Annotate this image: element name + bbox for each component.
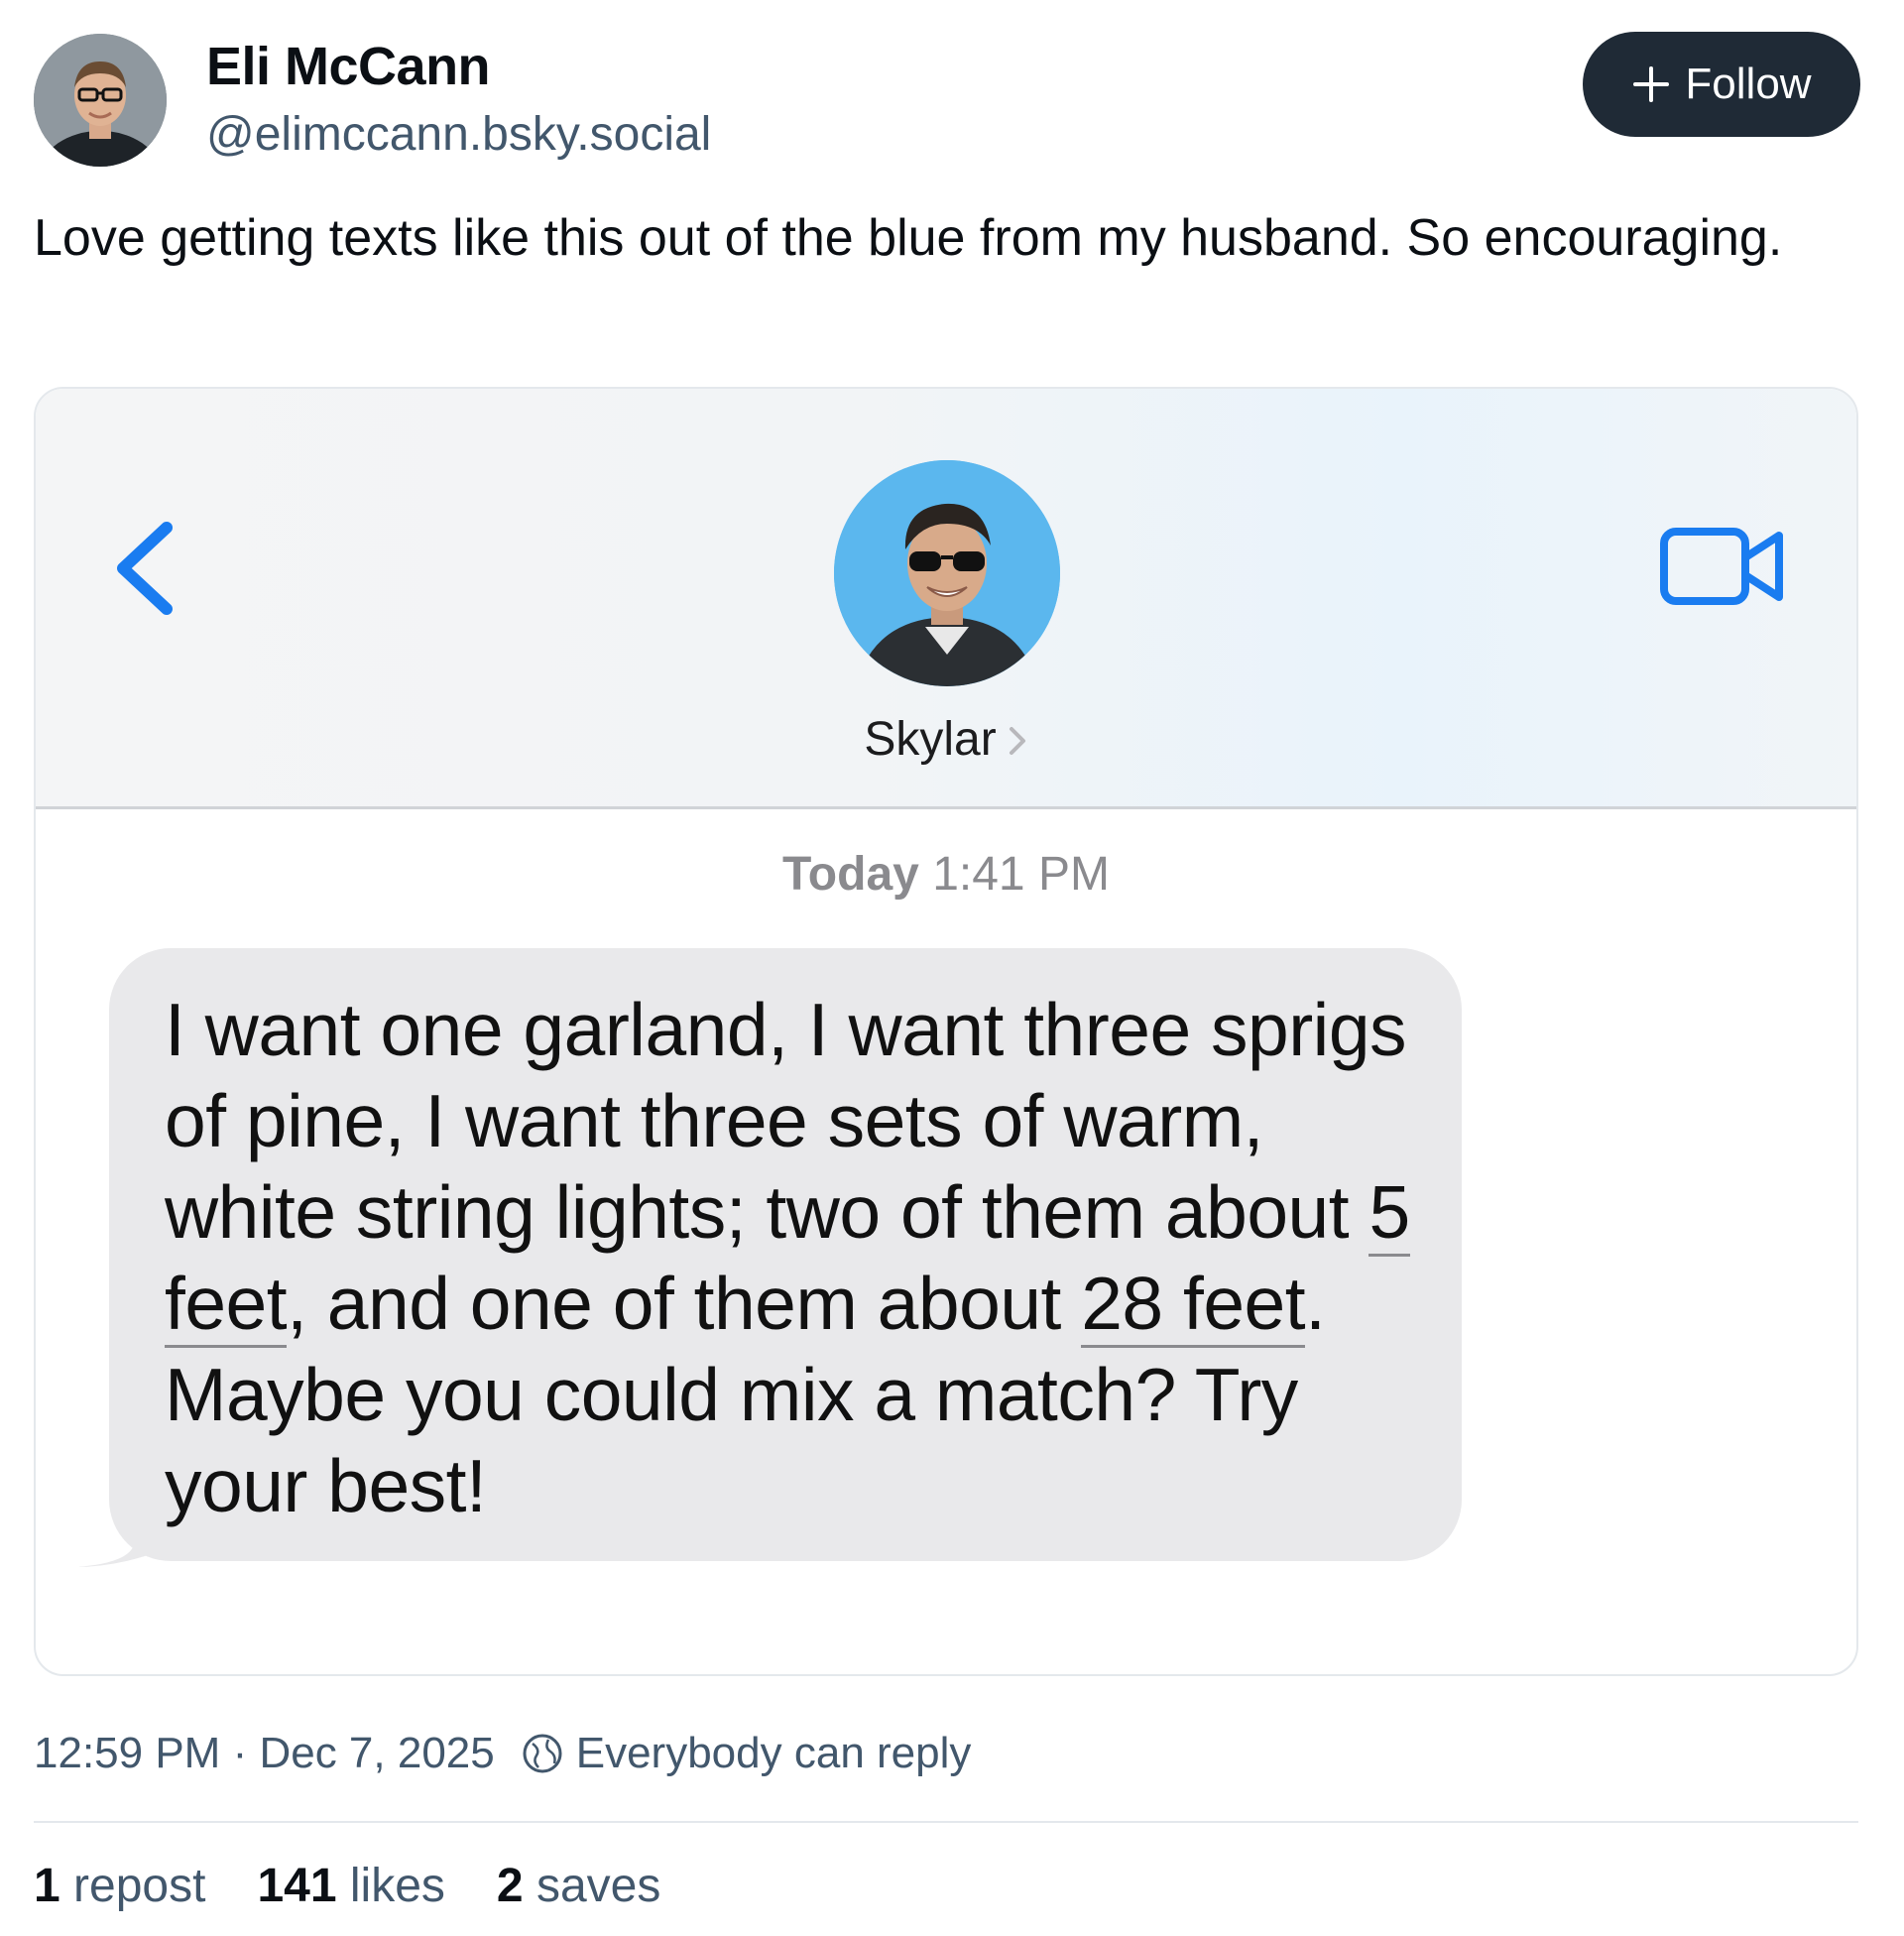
message-bubble: I want one garland, I want three sprigs … [109, 948, 1462, 1561]
detected-measurement-link[interactable]: 28 feet [1081, 1262, 1306, 1348]
author-name[interactable]: Eli McCann [206, 36, 491, 97]
follow-button[interactable]: Follow [1583, 32, 1860, 137]
meta-separator: · [220, 1729, 260, 1777]
post-meta: 12:59 PM · Dec 7, 2025 Everybody can rep… [34, 1724, 971, 1783]
author-handle[interactable]: @elimccann.bsky.social [206, 107, 711, 162]
messages-header: Skylar [36, 389, 1856, 809]
contact-name: Skylar [36, 712, 1856, 770]
saves-label: saves [536, 1860, 661, 1912]
chevron-left-icon [117, 522, 173, 615]
likes-count: 141 [257, 1860, 337, 1912]
contact-name-label: Skylar [864, 713, 997, 766]
divider [34, 1821, 1858, 1823]
contact-avatar [834, 460, 1060, 686]
author-avatar[interactable] [34, 34, 167, 167]
reposts-label: repost [73, 1860, 206, 1912]
follow-label: Follow [1685, 60, 1812, 108]
saves-count: 2 [496, 1860, 524, 1912]
embedded-image[interactable]: Skylar Today 1:41 PM I want one garland,… [34, 387, 1858, 1676]
post-time: 12:59 PM [34, 1729, 221, 1777]
likes-stat[interactable]: 141 likes [257, 1859, 444, 1913]
timestamp-day: Today [782, 848, 919, 901]
saves-stat[interactable]: 2 saves [497, 1859, 660, 1913]
message-text-part: , and one of them about [287, 1262, 1082, 1345]
message-text-part: I want one garland, I want three sprigs … [165, 988, 1407, 1254]
plus-icon [1631, 64, 1671, 104]
video-camera-icon [1660, 528, 1783, 605]
likes-label: likes [349, 1860, 445, 1912]
post-thread: Eli McCann @elimccann.bsky.social Follow… [0, 0, 1904, 1936]
post-text: Love getting texts like this out of the … [34, 209, 1783, 267]
reposts-count: 1 [34, 1860, 60, 1912]
engagement-stats: 1 repost 141 likes 2 saves [34, 1859, 660, 1913]
globe-icon [521, 1732, 564, 1775]
reply-setting[interactable]: Everybody can reply [576, 1729, 972, 1778]
message-text: I want one garland, I want three sprigs … [165, 984, 1414, 1531]
message-timestamp: Today 1:41 PM [36, 847, 1856, 902]
reposts-stat[interactable]: 1 repost [34, 1859, 205, 1913]
chevron-right-icon [1007, 715, 1028, 770]
timestamp-time: 1:41 PM [932, 848, 1110, 901]
post-date: Dec 7, 2025 [259, 1729, 495, 1777]
